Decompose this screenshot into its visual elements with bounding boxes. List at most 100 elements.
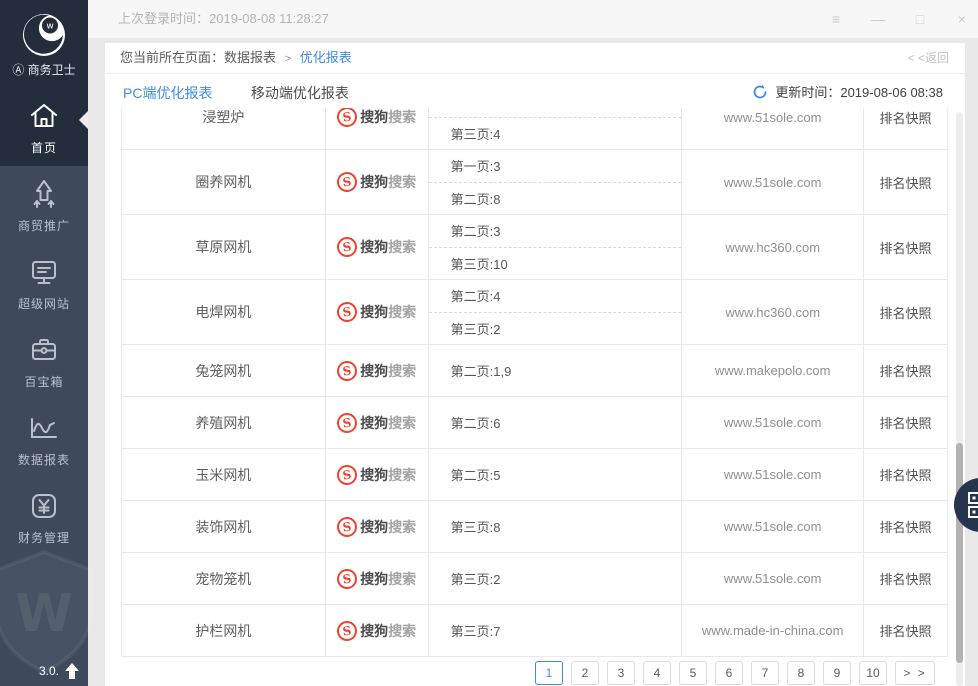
sogou-s-icon: S: [336, 463, 359, 486]
page-button-3[interactable]: 3: [607, 661, 635, 685]
snapshot-link[interactable]: 排名快照: [864, 501, 947, 552]
snapshot-link[interactable]: 排名快照: [864, 150, 947, 214]
sogou-name-light: 搜索: [388, 361, 416, 381]
website-icon: [27, 255, 61, 289]
page-button-5[interactable]: 5: [679, 661, 707, 685]
page-rank-line: 第一页:3: [429, 150, 682, 183]
search-engine-cell: S搜狗搜索: [326, 553, 429, 604]
keyword-cell: 电焊网机: [122, 280, 326, 344]
keyword-cell: 浸塑炉: [122, 108, 326, 149]
page-button-6[interactable]: 6: [715, 661, 743, 685]
sidebar-item-label: 首页: [31, 139, 57, 156]
snapshot-link[interactable]: 排名快照: [864, 449, 947, 500]
breadcrumb-prefix: 您当前所在页面：数据报表: [120, 50, 276, 65]
page-rank-cell: 第三页:4: [429, 108, 683, 149]
page-rank-line: 第三页:2: [429, 554, 682, 604]
sidebar-item-label: 超级网站: [18, 295, 70, 312]
page-button-4[interactable]: 4: [643, 661, 671, 685]
sogou-name-light: 搜索: [388, 172, 416, 192]
search-engine-cell: S搜狗搜索: [326, 108, 429, 149]
sogou-name-light: 搜索: [388, 569, 416, 589]
snapshot-link[interactable]: 排名快照: [864, 280, 947, 344]
tab-pc-report[interactable]: PC端优化报表: [121, 74, 214, 112]
page-rank-cell: 第二页:1,9: [429, 345, 683, 396]
refresh-icon[interactable]: [752, 84, 768, 100]
sogou-name-strong: 搜狗: [360, 465, 388, 485]
sidebar: w Ⓐ 商务卫士 首页商贸推广超级网站百宝箱数据报表财务管理 W 3.0.: [0, 0, 88, 686]
sidebar-item-home[interactable]: 首页: [0, 88, 88, 166]
sidebar-item-label: 商贸推广: [18, 217, 70, 234]
snapshot-link[interactable]: 排名快照: [864, 215, 947, 279]
shield-watermark-icon: W: [0, 546, 106, 676]
page-button-10[interactable]: 10: [859, 661, 887, 685]
sogou-name-light: 搜索: [388, 465, 416, 485]
sogou-logo: S搜狗搜索: [337, 517, 416, 537]
sidebar-item-report[interactable]: 数据报表: [0, 400, 88, 478]
sogou-logo: S搜狗搜索: [337, 172, 416, 192]
search-engine-cell: S搜狗搜索: [326, 501, 429, 552]
sidebar-item-promotion[interactable]: 商贸推广: [0, 166, 88, 244]
sogou-name-strong: 搜狗: [360, 361, 388, 381]
snapshot-link[interactable]: 排名快照: [864, 397, 947, 448]
website-cell: www.51sole.com: [682, 553, 864, 604]
sidebar-item-label: 百宝箱: [24, 373, 63, 390]
sidebar-item-label: 数据报表: [18, 451, 70, 468]
sogou-s-icon: S: [336, 567, 359, 590]
breadcrumb: 您当前所在页面：数据报表 > 优化报表 < <返回: [105, 43, 965, 74]
snapshot-link[interactable]: 排名快照: [864, 345, 947, 396]
snapshot-link[interactable]: 排名快照: [864, 553, 947, 604]
back-link[interactable]: < <返回: [908, 43, 949, 73]
sogou-name-strong: 搜狗: [360, 172, 388, 192]
keyword-cell: 草原网机: [122, 215, 326, 279]
sogou-s-icon: S: [336, 301, 359, 324]
sogou-logo: S搜狗搜索: [337, 413, 416, 433]
table-row: 宠物笼机S搜狗搜索第三页:2www.51sole.com排名快照: [121, 553, 948, 605]
maximize-window-button[interactable]: □: [912, 12, 928, 26]
keyword-cell: 养殖网机: [122, 397, 326, 448]
sogou-logo: S搜狗搜索: [337, 569, 416, 589]
sogou-name-strong: 搜狗: [360, 108, 388, 127]
search-engine-cell: S搜狗搜索: [326, 449, 429, 500]
search-engine-cell: S搜狗搜索: [326, 605, 429, 656]
tab-bar: PC端优化报表 移动端优化报表 更新时间：2019-08-06 08:38: [105, 74, 965, 108]
snapshot-link[interactable]: 排名快照: [864, 605, 947, 656]
minimize-window-button[interactable]: —: [870, 12, 886, 26]
tab-mobile-report[interactable]: 移动端优化报表: [249, 74, 351, 112]
page-button-1[interactable]: 1: [535, 661, 563, 685]
page-rank-line: 第三页:7: [429, 606, 682, 656]
page-rank-cell: 第一页:3第二页:8: [429, 150, 683, 214]
scrollbar-thumb[interactable]: [956, 443, 963, 663]
sogou-name-strong: 搜狗: [360, 237, 388, 257]
finance-icon: [27, 489, 61, 523]
toolbox-icon: [27, 333, 61, 367]
sogou-logo: S搜狗搜索: [337, 237, 416, 257]
page-rank-line: 第二页:6: [429, 398, 682, 448]
optimization-table: 浸塑炉S搜狗搜索第三页:4www.51sole.com排名快照圈养网机S搜狗搜索…: [121, 108, 948, 657]
breadcrumb-current-link[interactable]: 优化报表: [300, 50, 352, 65]
update-arrow-icon[interactable]: [64, 662, 80, 680]
table-row: 浸塑炉S搜狗搜索第三页:4www.51sole.com排名快照: [121, 108, 948, 150]
menu-window-button[interactable]: ≡: [828, 12, 844, 26]
page-button-7[interactable]: 7: [751, 661, 779, 685]
sogou-logo: S搜狗搜索: [337, 621, 416, 641]
sidebar-item-label: 财务管理: [18, 529, 70, 546]
page-button-8[interactable]: 8: [787, 661, 815, 685]
sogou-name-strong: 搜狗: [360, 302, 388, 322]
close-window-button[interactable]: ×: [954, 12, 970, 26]
app-logo-icon: w: [22, 13, 66, 57]
page-button-2[interactable]: 2: [571, 661, 599, 685]
website-cell: www.51sole.com: [682, 449, 864, 500]
sogou-logo: S搜狗搜索: [337, 302, 416, 322]
sidebar-item-website[interactable]: 超级网站: [0, 244, 88, 322]
snapshot-link[interactable]: 排名快照: [864, 108, 947, 149]
sidebar-item-finance[interactable]: 财务管理: [0, 478, 88, 556]
last-login-label: 上次登录时间：2019-08-08 11:28:27: [118, 0, 329, 38]
next-page-button[interactable]: > >: [895, 661, 935, 685]
page-rank-cell: 第二页:5: [429, 449, 683, 500]
sidebar-item-toolbox[interactable]: 百宝箱: [0, 322, 88, 400]
sogou-logo: S搜狗搜索: [337, 361, 416, 381]
page-button-9[interactable]: 9: [823, 661, 851, 685]
page-rank-cell: 第二页:4第三页:2: [429, 280, 683, 344]
table-row: 装饰网机S搜狗搜索第三页:8www.51sole.com排名快照: [121, 501, 948, 553]
app-logo-block: w Ⓐ 商务卫士: [0, 0, 88, 88]
